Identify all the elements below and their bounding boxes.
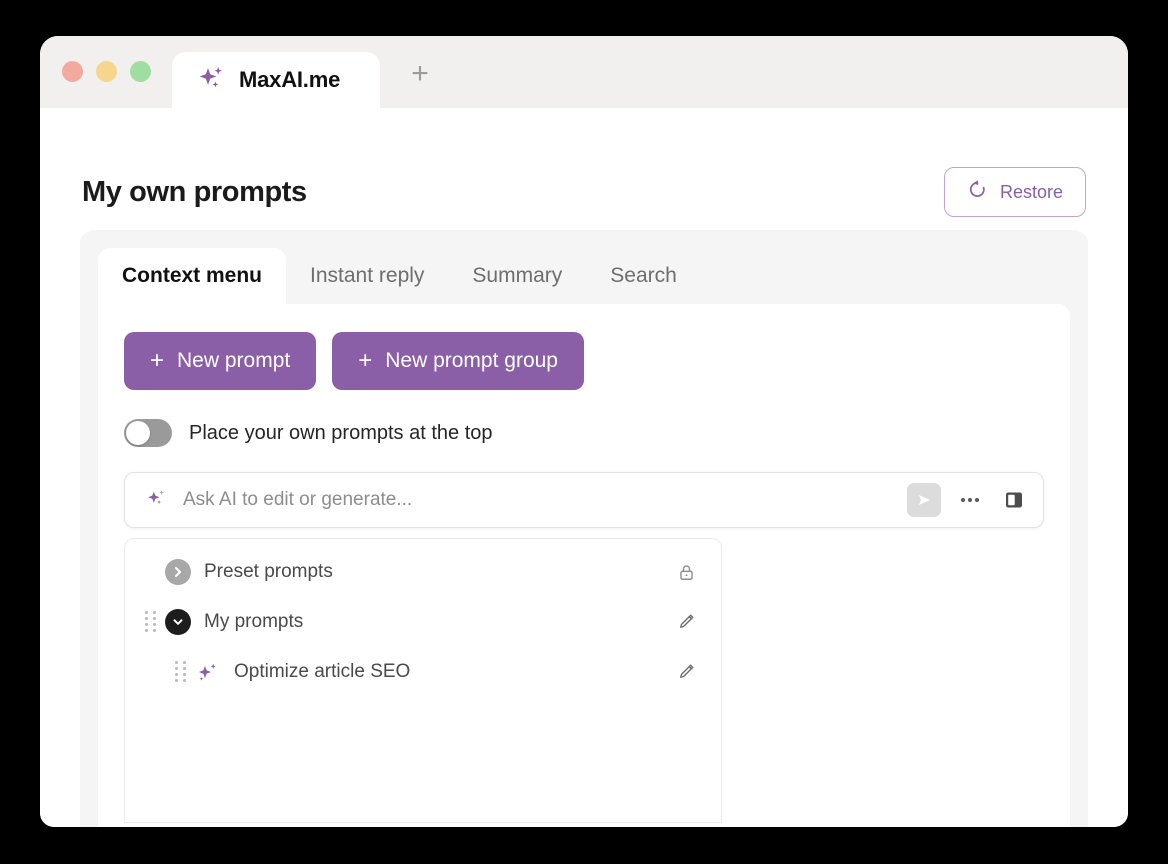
pencil-icon[interactable] bbox=[673, 659, 699, 685]
sparkle-icon bbox=[195, 659, 221, 685]
lock-icon[interactable] bbox=[673, 559, 699, 585]
minimize-window-button[interactable] bbox=[96, 60, 117, 82]
restore-button[interactable]: Restore bbox=[943, 167, 1086, 217]
prompt-row-preset-prompts[interactable]: Preset prompts bbox=[125, 547, 721, 597]
traffic-lights bbox=[62, 36, 151, 108]
maximize-window-button[interactable] bbox=[130, 60, 151, 82]
side-panel-icon[interactable] bbox=[999, 485, 1029, 515]
prompt-row-label: Preset prompts bbox=[204, 561, 333, 582]
place-prompts-top-label: Place your own prompts at the top bbox=[189, 421, 493, 444]
drag-handle-icon[interactable] bbox=[143, 611, 159, 633]
toggle-knob bbox=[126, 421, 150, 445]
tab-instant-reply[interactable]: Instant reply bbox=[286, 248, 448, 304]
ai-input-placeholder[interactable]: Ask AI to edit or generate... bbox=[183, 489, 893, 511]
restore-button-label: Restore bbox=[999, 181, 1063, 202]
tab-bar: Context menu Instant reply Summary Searc… bbox=[98, 248, 1070, 304]
restore-circular-arrow-icon bbox=[967, 179, 988, 205]
action-buttons-row: + New prompt + New prompt group bbox=[124, 332, 1044, 390]
more-dots-icon[interactable] bbox=[955, 485, 985, 515]
page-title: My own prompts bbox=[82, 175, 307, 208]
chevron-right-icon[interactable] bbox=[165, 559, 191, 585]
settings-card: Context menu Instant reply Summary Searc… bbox=[80, 230, 1088, 827]
browser-tab-strip: MaxAI.me + bbox=[40, 36, 1128, 108]
new-prompt-button-label: New prompt bbox=[177, 349, 291, 372]
browser-window: MaxAI.me + My own prompts Restore Contex… bbox=[40, 36, 1128, 827]
page-header: My own prompts Restore bbox=[80, 108, 1088, 226]
new-prompt-button[interactable]: + New prompt bbox=[124, 332, 317, 390]
sparkle-icon bbox=[145, 486, 169, 515]
place-prompts-top-toggle[interactable] bbox=[124, 419, 172, 447]
browser-tab-maxai[interactable]: MaxAI.me bbox=[172, 52, 380, 108]
plus-icon: + bbox=[150, 347, 165, 374]
ai-input-bar[interactable]: Ask AI to edit or generate... bbox=[124, 472, 1044, 528]
place-prompts-top-row: Place your own prompts at the top bbox=[124, 417, 1044, 449]
send-triangle-icon[interactable] bbox=[907, 483, 941, 517]
prompt-row-optimize-article-seo[interactable]: Optimize article SEO bbox=[125, 647, 721, 697]
close-window-button[interactable] bbox=[62, 60, 83, 82]
prompt-row-label: Optimize article SEO bbox=[234, 661, 411, 682]
new-tab-button[interactable]: + bbox=[396, 52, 444, 108]
chevron-down-icon[interactable] bbox=[165, 609, 191, 635]
prompt-row-label: My prompts bbox=[204, 611, 304, 632]
drag-handle-icon[interactable] bbox=[173, 661, 189, 683]
new-prompt-group-button-label: New prompt group bbox=[385, 349, 558, 372]
context-menu-panel: + New prompt + New prompt group Place yo… bbox=[98, 304, 1070, 827]
sparkle-icon bbox=[196, 63, 226, 98]
plus-icon: + bbox=[358, 347, 373, 374]
new-prompt-group-button[interactable]: + New prompt group bbox=[332, 332, 584, 390]
prompt-row-my-prompts[interactable]: My prompts bbox=[125, 597, 721, 647]
tab-summary[interactable]: Summary bbox=[448, 248, 586, 304]
pencil-icon[interactable] bbox=[673, 609, 699, 635]
browser-tab-title: MaxAI.me bbox=[239, 67, 341, 92]
prompt-list: Preset prompts My prompts Optimize artic… bbox=[124, 538, 722, 823]
tab-search[interactable]: Search bbox=[586, 248, 701, 304]
page-content: My own prompts Restore Context menu Inst… bbox=[40, 108, 1128, 827]
tab-context-menu[interactable]: Context menu bbox=[98, 248, 287, 304]
